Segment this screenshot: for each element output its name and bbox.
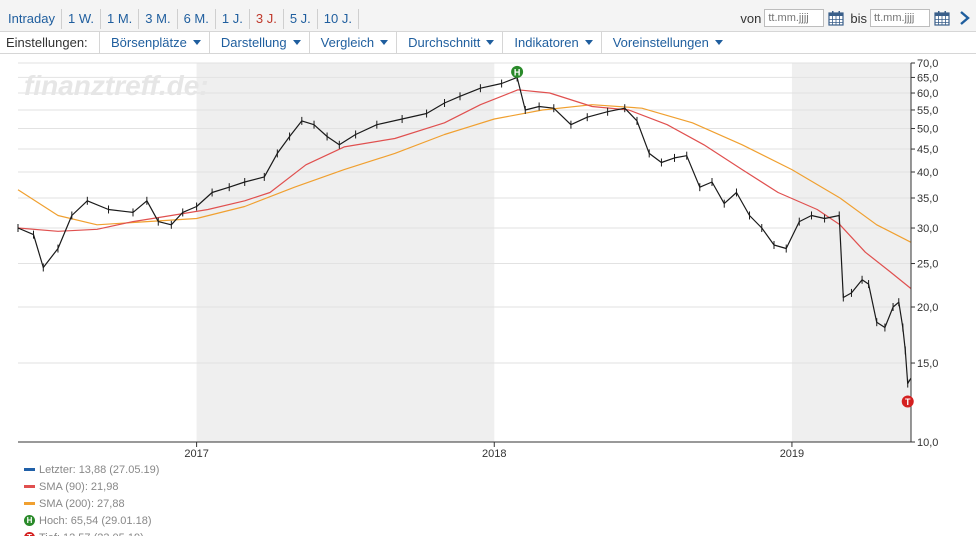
from-label: von [740, 10, 762, 26]
legend-value: 27,88 [97, 497, 125, 510]
range-toolbar: Intraday 1 W. 1 M. 3 M. 6 M. 1 J. 3 J. 5 J. 10 J… [0, 0, 976, 32]
menu-label: Durchschnitt [408, 35, 481, 50]
y-tick-label: 65,0 [917, 72, 938, 84]
low-marker-icon: T [24, 532, 35, 536]
menu-indikatoren[interactable]: Indikatoren [502, 32, 600, 54]
legend-item-sma200: SMA (200): 27,88 [24, 495, 159, 512]
x-tick-label: 2019 [780, 448, 804, 460]
y-tick-label: 35,0 [917, 193, 938, 205]
legend-swatch [24, 485, 35, 488]
range-tab-1-w[interactable]: 1 W. [62, 9, 101, 29]
range-tabs: Intraday 1 W. 1 M. 3 M. 6 M. 1 J. 3 J. 5 J. 10 J… [2, 9, 359, 29]
range-tab-3-j[interactable]: 3 J. [250, 9, 284, 29]
legend-label: SMA (200): [39, 497, 95, 510]
y-tick-label: 20,0 [917, 302, 938, 314]
menu-label: Darstellung [220, 35, 287, 50]
date-range: von bis [740, 9, 972, 27]
low-marker-glyph: T [905, 397, 911, 407]
to-date-input[interactable] [870, 9, 930, 27]
range-tab-6-m[interactable]: 6 M. [178, 9, 216, 29]
menu-durchschnitt[interactable]: Durchschnitt [396, 32, 502, 54]
year-shade-2019 [791, 63, 911, 442]
legend-item-low: T Tief:12,57 (23.05.19) [24, 529, 159, 536]
chart-background [18, 62, 911, 443]
range-tab-5-j[interactable]: 5 J. [284, 9, 318, 29]
y-tick-label: 60,0 [917, 88, 938, 100]
legend-swatch [24, 502, 35, 505]
from-date-input[interactable] [764, 9, 825, 27]
menu-voreinstellungen[interactable]: Voreinstellungen [600, 32, 731, 54]
price-chart: finanztreff.de: 70,0 65,0 60,0 55,0 50,0 45,0… [17, 58, 938, 460]
caret-down-icon [192, 40, 201, 45]
caret-down-icon [486, 40, 495, 45]
legend-item-high: H Hoch: 65,54 (29.01.18) [24, 512, 159, 529]
legend-value: 12,57 (23.05.19) [63, 532, 144, 536]
menu-darstellung[interactable]: Darstellung [208, 32, 309, 54]
range-tab-intraday[interactable]: Intraday [2, 9, 62, 29]
settings-bar: Einstellungen: Börsenplätze Darstellung Ve… [0, 32, 976, 54]
caret-down-icon [380, 40, 389, 45]
legend-value: 21,98 [90, 480, 119, 493]
y-tick-label: 15,0 [917, 358, 938, 370]
legend-swatch [24, 468, 35, 471]
range-tab-1-m[interactable]: 1 M. [101, 9, 140, 29]
caret-down-icon [714, 40, 723, 45]
to-label: bis [850, 10, 867, 26]
y-tick-label: 10,0 [917, 437, 938, 449]
y-tick-label: 30,0 [917, 223, 938, 235]
y-tick-label: 25,0 [917, 259, 938, 271]
settings-label: Einstellungen: [6, 35, 88, 50]
legend-item-sma90: SMA (90): 21,98 [24, 478, 159, 495]
calendar-icon[interactable] [934, 10, 950, 26]
legend-label: Tief: [39, 532, 60, 536]
range-tab-1-j[interactable]: 1 J. [216, 9, 250, 29]
range-tab-10-j[interactable]: 10 J. [318, 9, 359, 29]
y-tick-label: 70,0 [917, 58, 938, 70]
y-tick-label: 50,0 [917, 124, 938, 136]
high-marker-glyph: H [514, 67, 521, 77]
legend-label: SMA (90): [39, 480, 88, 493]
menu-label: Voreinstellungen [612, 35, 709, 50]
caret-down-icon [584, 40, 593, 45]
legend-value: 65,54 (29.01.18) [70, 514, 152, 527]
x-tick-label: 2018 [482, 448, 506, 460]
legend-label: Hoch: [39, 514, 68, 527]
legend-label: Letzter: [39, 463, 76, 476]
calendar-icon[interactable] [828, 10, 844, 26]
legend-value: 13,88 (27.05.19) [78, 463, 160, 476]
y-tick-label: 55,0 [917, 105, 938, 117]
menu-boersenpl-tze[interactable]: Börsenplätze [99, 32, 209, 54]
caret-down-icon [292, 40, 301, 45]
y-tick-label: 45,0 [917, 144, 938, 156]
y-tick-label: 40,0 [917, 167, 938, 179]
x-tick-label: 2017 [184, 448, 208, 460]
settings-menus: Börsenplätze Darstellung Vergleich Durchsch… [99, 32, 731, 54]
chevron-right-icon[interactable] [958, 10, 972, 26]
watermark: finanztreff.de: [24, 70, 209, 101]
chart-legend: Letzter: 13,88 (27.05.19) SMA (90): 21,98 SM… [24, 461, 159, 536]
menu-label: Indikatoren [514, 35, 579, 50]
legend-item-last: Letzter: 13,88 (27.05.19) [24, 461, 159, 478]
menu-label: Vergleich [320, 35, 375, 50]
menu-label: Börsenplätze [111, 35, 187, 50]
menu-vergleich[interactable]: Vergleich [308, 32, 396, 54]
range-tab-3-m[interactable]: 3 M. [139, 9, 178, 29]
high-marker-icon: H [24, 515, 35, 526]
